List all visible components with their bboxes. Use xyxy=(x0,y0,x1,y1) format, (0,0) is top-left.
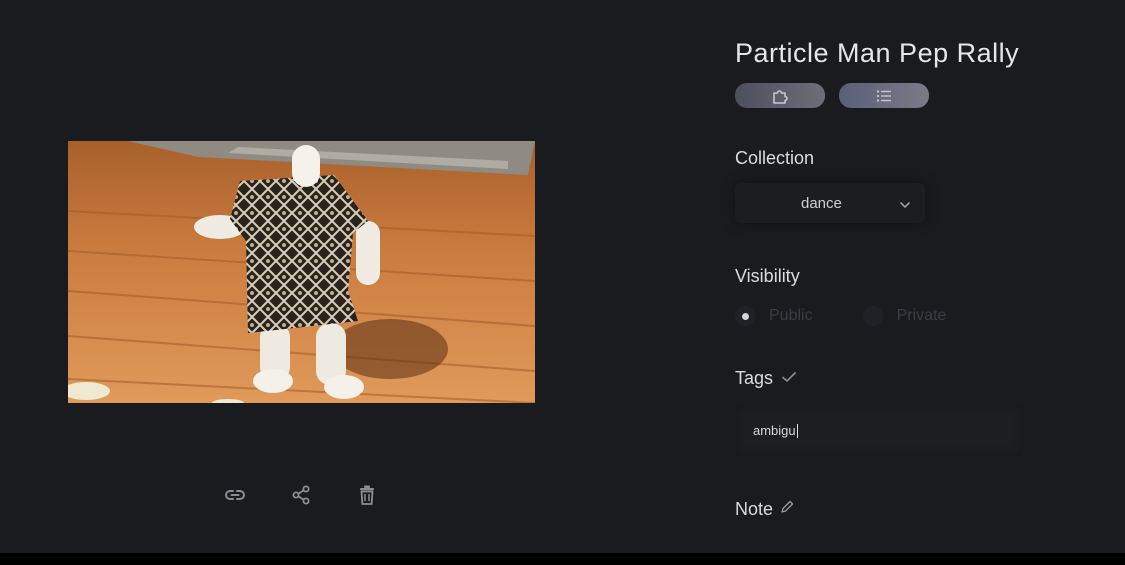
check-icon[interactable] xyxy=(781,368,797,389)
collection-value: dance xyxy=(801,195,842,212)
tags-input-value: ambigu xyxy=(753,423,798,438)
visibility-private-radio[interactable]: Private xyxy=(862,306,947,326)
graph-view-toggle[interactable] xyxy=(735,83,825,108)
radio-checked-indicator xyxy=(735,306,755,326)
visibility-label: Visibility xyxy=(735,266,800,286)
dancing-figure-image xyxy=(68,141,535,403)
list-view-toggle[interactable] xyxy=(839,83,929,108)
visibility-public-label: Public xyxy=(769,307,813,324)
delete-button[interactable] xyxy=(354,482,380,508)
share-button[interactable] xyxy=(288,482,314,508)
page-title: Particle Man Pep Rally xyxy=(735,38,1020,68)
media-detail-page: Particle Man Pep Rally Collection dance … xyxy=(0,0,1125,565)
tags-header: Tags xyxy=(735,368,797,389)
radio-unchecked-indicator xyxy=(862,306,883,326)
visibility-radio-group: Public Private xyxy=(735,306,946,326)
tags-label: Tags xyxy=(735,368,774,388)
share-icon xyxy=(292,485,310,505)
visibility-public-radio[interactable]: Public xyxy=(735,306,813,326)
link-icon xyxy=(225,490,245,500)
chevron-down-icon xyxy=(899,197,911,215)
media-preview[interactable] xyxy=(68,141,535,403)
view-toggles xyxy=(735,83,929,108)
details-panel: Particle Man Pep Rally Collection dance … xyxy=(735,0,1095,553)
puzzle-icon xyxy=(773,89,788,104)
media-actions xyxy=(222,482,380,508)
visibility-private-label: Private xyxy=(896,307,947,324)
collection-select[interactable]: dance xyxy=(735,183,925,223)
copy-link-button[interactable] xyxy=(222,482,248,508)
pencil-icon[interactable] xyxy=(779,499,795,520)
bottom-bar xyxy=(0,553,1125,565)
note-header: Note xyxy=(735,499,795,520)
collection-label: Collection xyxy=(735,148,815,168)
trash-icon xyxy=(360,485,374,505)
note-label: Note xyxy=(735,499,774,519)
tags-input[interactable]: ambigu xyxy=(735,404,1023,456)
list-icon xyxy=(877,90,891,101)
